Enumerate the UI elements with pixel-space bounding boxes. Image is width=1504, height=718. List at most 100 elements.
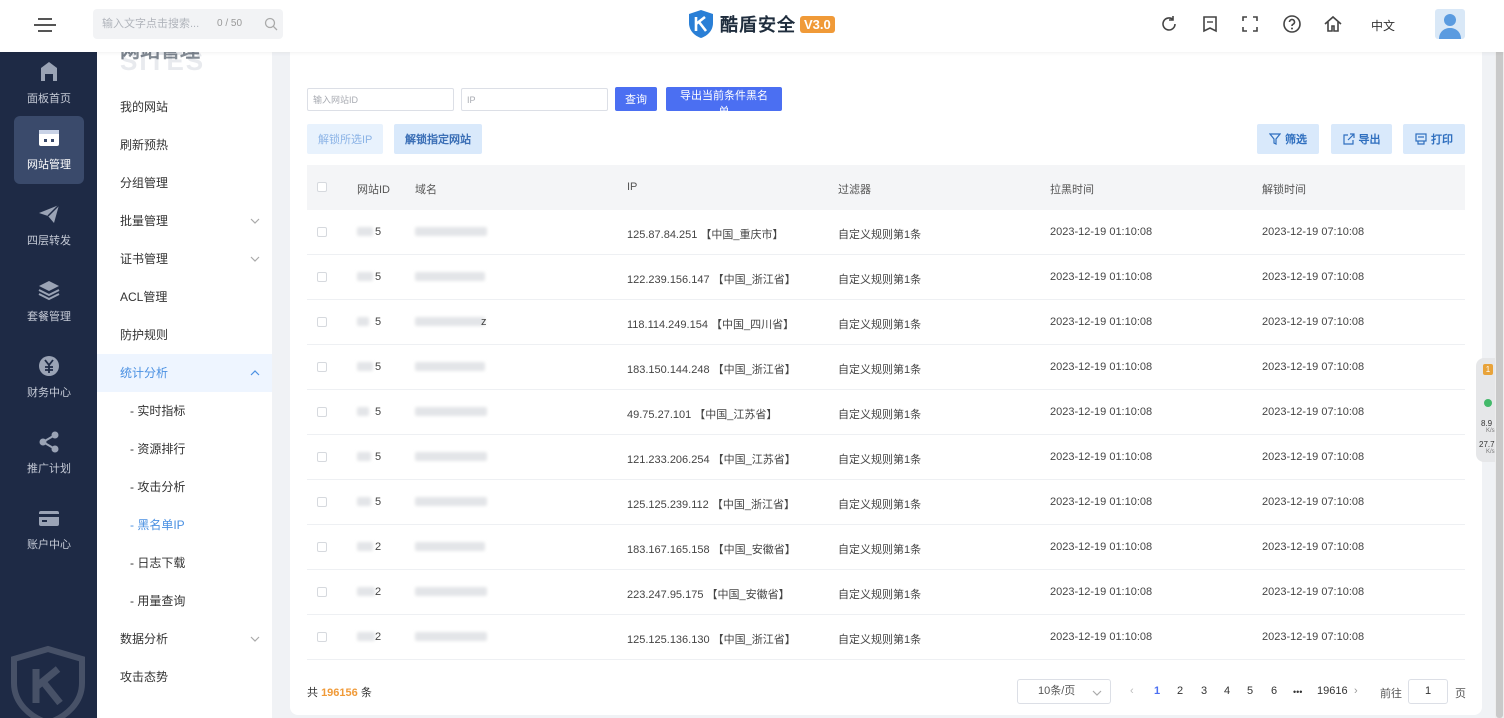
submenu-item-label: 数据分析 [120, 632, 169, 646]
wallet-icon [39, 511, 59, 526]
row-checkbox[interactable] [317, 317, 327, 327]
cell-unlock-time: 2023-12-19 07:10:08 [1262, 316, 1365, 328]
table-row: 2 223.247.95.175 【中国_安徽省】 自定义规则第1条 2023-12-… [307, 570, 1465, 615]
cell-ip: 223.247.95.175 【中国_安徽省】 [627, 589, 790, 601]
submenu-child-realtime[interactable]: - 实时指标 [97, 392, 272, 430]
fullscreen-icon[interactable] [1240, 14, 1260, 34]
page-size-select[interactable]: 10条/页 [1017, 679, 1111, 704]
scrollbar-thumb[interactable] [1496, 28, 1503, 718]
row-checkbox[interactable] [317, 362, 327, 372]
row-checkbox[interactable] [317, 497, 327, 507]
language-switch[interactable]: 中文 [1371, 17, 1395, 34]
row-checkbox[interactable] [317, 227, 327, 237]
page-1[interactable]: 1 [1154, 685, 1160, 697]
page-ellipsis[interactable]: ••• [1293, 687, 1302, 697]
site-id-input[interactable] [307, 88, 454, 111]
submenu-item-groups[interactable]: 分组管理 [97, 164, 272, 202]
avatar[interactable] [1435, 9, 1465, 39]
export-blacklist-button[interactable]: 导出当前条件黑名单 [666, 87, 782, 118]
sidebar-item-packages[interactable]: 套餐管理 [14, 268, 84, 336]
row-checkbox[interactable] [317, 452, 327, 462]
export-button[interactable]: 导出 [1331, 124, 1392, 154]
col-domain: 域名 [415, 184, 437, 196]
submenu: SITES 网站管理 我的网站 刷新预热 分组管理 批量管理 证书管理 ACL管… [97, 52, 272, 718]
refresh-icon[interactable] [1159, 14, 1179, 34]
cell-filter: 自定义规则第1条 [838, 229, 922, 241]
submenu-child-log-download[interactable]: - 日志下载 [97, 544, 272, 582]
submenu-item-data-analysis[interactable]: 数据分析 [97, 620, 272, 658]
sidebar-item-sites[interactable]: 网站管理 [14, 116, 84, 184]
chevron-down-icon [1092, 690, 1102, 696]
sidebar-item-account[interactable]: 账户中心 [14, 496, 84, 564]
unlock-selected-button[interactable]: 解锁所选IP [307, 124, 384, 154]
printer-icon [1415, 133, 1427, 145]
filter-button[interactable]: 筛选 [1257, 124, 1319, 154]
cell-unlock-time: 2023-12-19 07:10:08 [1262, 586, 1365, 598]
page-3[interactable]: 3 [1201, 685, 1207, 697]
cell-filter: 自定义规则第1条 [838, 499, 922, 511]
row-checkbox[interactable] [317, 587, 327, 597]
cell-unlock-time: 2023-12-19 07:10:08 [1262, 541, 1365, 553]
page-2[interactable]: 2 [1177, 685, 1183, 697]
cell-ban-time: 2023-12-19 01:10:08 [1050, 406, 1153, 418]
page-last[interactable]: 19616 [1317, 685, 1348, 697]
cell-filter: 自定义规则第1条 [838, 544, 922, 556]
cell-unlock-time: 2023-12-19 07:10:08 [1262, 271, 1365, 283]
ip-input[interactable] [461, 88, 608, 111]
page-6[interactable]: 6 [1271, 685, 1277, 697]
submenu-item-attack-situation[interactable]: 攻击态势 [97, 658, 272, 696]
redacted-domain [415, 272, 485, 281]
submenu-item-protection-rules[interactable]: 防护规则 [97, 316, 272, 354]
sidebar-item-l4-forward[interactable]: 四层转发 [14, 192, 84, 260]
print-button[interactable]: 打印 [1403, 124, 1465, 154]
submenu-child-attack-analysis[interactable]: - 攻击分析 [97, 468, 272, 506]
sidebar-item-promotion[interactable]: 推广计划 [14, 420, 84, 488]
table-row: 5 125.125.239.112 【中国_浙江省】 自定义规则第1条 2023-12… [307, 480, 1465, 525]
page-5[interactable]: 5 [1247, 685, 1253, 697]
submenu-child-usage[interactable]: - 用量查询 [97, 582, 272, 620]
print-label: 打印 [1431, 134, 1453, 146]
home-icon[interactable] [1323, 14, 1343, 34]
notebook-icon[interactable] [1200, 14, 1220, 34]
submenu-item-my-sites[interactable]: 我的网站 [97, 88, 272, 126]
row-checkbox[interactable] [317, 272, 327, 282]
col-unlock-time: 解锁时间 [1262, 184, 1306, 196]
query-button[interactable]: 查询 [615, 87, 657, 111]
row-checkbox[interactable] [317, 542, 327, 552]
row-checkbox[interactable] [317, 407, 327, 417]
redacted-site-id [357, 317, 369, 326]
redacted-domain [415, 227, 487, 236]
cell-ip: 183.150.144.248 【中国_浙江省】 [627, 364, 796, 376]
search-icon[interactable] [264, 17, 278, 31]
help-icon[interactable] [1282, 14, 1302, 34]
cell-unlock-time: 2023-12-19 07:10:08 [1262, 451, 1365, 463]
redacted-site-id [357, 542, 373, 551]
cell-site-id: 5 [375, 496, 382, 508]
cell-site-id: 2 [375, 586, 382, 598]
next-page-button[interactable]: › [1354, 685, 1358, 697]
cell-filter: 自定义规则第1条 [838, 589, 922, 601]
page-4[interactable]: 4 [1224, 685, 1230, 697]
menu-toggle-icon[interactable] [34, 16, 56, 34]
unlock-site-button[interactable]: 解锁指定网站 [394, 124, 482, 154]
sidebar-item-dashboard[interactable]: 面板首页 [14, 52, 84, 118]
submenu-child-ranking[interactable]: - 资源排行 [97, 430, 272, 468]
sidebar-item-finance[interactable]: 财务中心 [14, 344, 84, 412]
select-all-checkbox[interactable] [317, 182, 327, 192]
prev-page-button[interactable]: ‹ [1130, 685, 1134, 697]
row-checkbox[interactable] [317, 632, 327, 642]
submenu-item-acl[interactable]: ACL管理 [97, 278, 272, 316]
sidebar-item-label: 四层转发 [27, 235, 71, 247]
table-row: 5 125.87.84.251 【中国_重庆市】 自定义规则第1条 2023-12-1… [307, 210, 1465, 255]
submenu-child-blacklist-ip[interactable]: - 黑名单IP [97, 506, 272, 544]
col-ip: IP [627, 181, 638, 193]
goto-page-input[interactable]: 1 [1408, 679, 1448, 704]
submenu-item-refresh[interactable]: 刷新预热 [97, 126, 272, 164]
submenu-item-certs[interactable]: 证书管理 [97, 240, 272, 278]
submenu-item-statistics[interactable]: 统计分析 [97, 354, 272, 392]
cell-site-id: 5 [375, 451, 382, 463]
cell-ip: 49.75.27.101 【中国_江苏省】 [627, 409, 778, 421]
cell-ban-time: 2023-12-19 01:10:08 [1050, 541, 1153, 553]
table-row: 5 183.150.144.248 【中国_浙江省】 自定义规则第1条 2023-12… [307, 345, 1465, 390]
submenu-item-batch[interactable]: 批量管理 [97, 202, 272, 240]
